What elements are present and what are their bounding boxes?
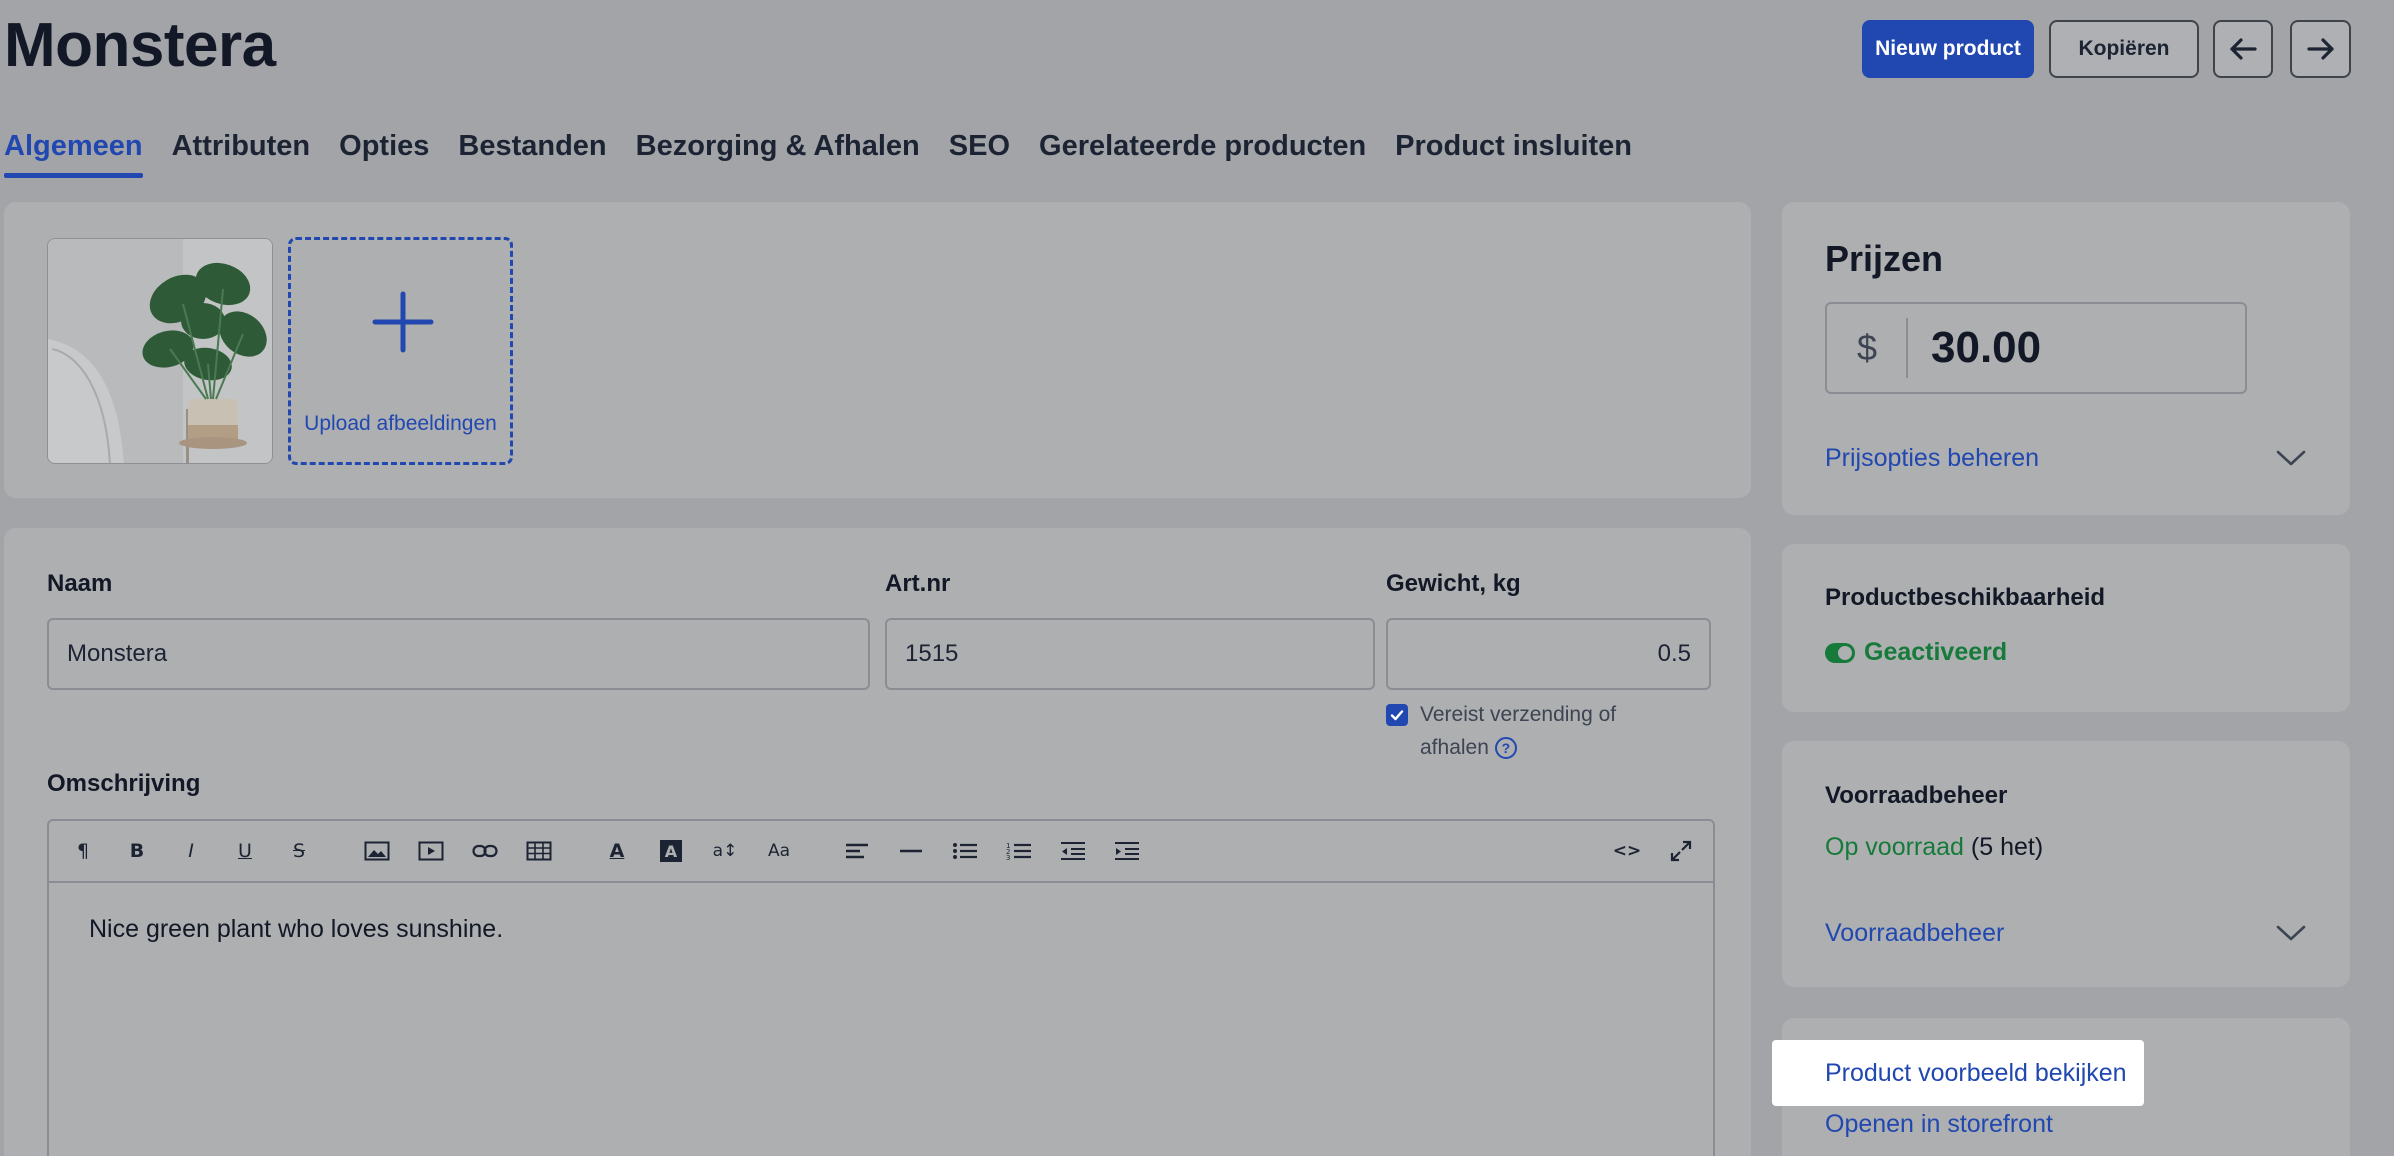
- images-card: Upload afbeeldingen: [4, 202, 1751, 498]
- manage-stock-label: Voorraadbeheer: [1825, 918, 2005, 947]
- tab-general[interactable]: Algemeen: [4, 126, 143, 178]
- checkmark-icon: [1390, 710, 1404, 721]
- help-icon[interactable]: ?: [1494, 737, 1517, 760]
- availability-status: Geactiveerd: [1864, 638, 2008, 666]
- insert-image-icon[interactable]: [359, 833, 395, 869]
- bullet-list-icon[interactable]: [947, 833, 983, 869]
- availability-card: Productbeschikbaarheid Geactiveerd: [1782, 544, 2350, 712]
- description-label: Omschrijving: [47, 770, 201, 797]
- arrow-left-icon: [2230, 38, 2257, 60]
- tab-shipping-pickup[interactable]: Bezorging & Afhalen: [636, 126, 920, 178]
- align-left-icon[interactable]: [839, 833, 875, 869]
- strikethrough-icon[interactable]: S: [281, 833, 317, 869]
- tab-attributes[interactable]: Attributen: [172, 126, 311, 178]
- insert-video-icon[interactable]: [413, 833, 449, 869]
- weight-input[interactable]: 0.5: [1386, 618, 1711, 690]
- availability-toggle[interactable]: Geactiveerd: [1825, 638, 2007, 667]
- product-links-card: Product voorbeeld bekijken Openen in sto…: [1772, 1018, 2350, 1156]
- weight-label: Gewicht, kg: [1386, 570, 1521, 597]
- bold-icon[interactable]: B: [119, 833, 155, 869]
- name-input[interactable]: Monstera: [47, 618, 870, 690]
- shipping-required-checkbox[interactable]: [1386, 704, 1408, 726]
- previous-product-button[interactable]: [2213, 20, 2273, 78]
- upload-images-label: Upload afbeeldingen: [304, 412, 497, 435]
- manage-price-options-link[interactable]: Prijsopties beheren: [1825, 440, 2307, 476]
- sku-label: Art.nr: [885, 570, 951, 597]
- indent-icon[interactable]: [1109, 833, 1145, 869]
- tab-options[interactable]: Opties: [339, 126, 429, 178]
- background-color-icon[interactable]: A: [653, 833, 689, 869]
- font-family-icon[interactable]: Aa: [761, 833, 797, 869]
- product-details-card: Naam Monstera Art.nr 1515 Gewicht, kg 0.…: [4, 528, 1751, 1156]
- plus-icon: [372, 291, 434, 353]
- stock-title: Voorraadbeheer: [1825, 782, 2008, 809]
- monstera-photo: [48, 239, 272, 463]
- currency-symbol: $: [1856, 327, 1878, 368]
- paragraph-icon[interactable]: ¶: [65, 833, 101, 869]
- manage-stock-link[interactable]: Voorraadbeheer: [1825, 915, 2307, 951]
- arrow-right-icon: [2306, 38, 2334, 60]
- stock-status-line: Op voorraad (5 het): [1825, 833, 2043, 862]
- shipping-required-label: Vereist verzending of afhalen?: [1420, 703, 1617, 760]
- price-divider: [1906, 318, 1908, 378]
- stock-count: (5 het): [1970, 833, 2044, 861]
- toggle-on-icon: [1825, 642, 1855, 663]
- underline-icon[interactable]: U: [227, 833, 263, 869]
- stock-card: Voorraadbeheer Op voorraad (5 het) Voorr…: [1782, 741, 2350, 987]
- next-product-button[interactable]: [2290, 20, 2351, 78]
- prices-card: Prijzen $ 30.00 Prijsopties beheren: [1782, 202, 2350, 515]
- weight-value: 0.5: [1657, 640, 1691, 667]
- price-input[interactable]: $ 30.00: [1825, 302, 2247, 394]
- tab-seo[interactable]: SEO: [949, 126, 1010, 178]
- stock-status: Op voorraad: [1825, 833, 1964, 861]
- name-label: Naam: [47, 570, 113, 597]
- copy-button[interactable]: Kopiëren: [2049, 20, 2199, 78]
- horizontal-rule-icon[interactable]: [893, 833, 929, 869]
- upload-images-button[interactable]: Upload afbeeldingen: [288, 237, 513, 465]
- text-color-icon[interactable]: A: [599, 833, 635, 869]
- font-size-icon[interactable]: a↕: [707, 833, 743, 869]
- insert-link-icon[interactable]: [467, 833, 503, 869]
- page-title: Monstera: [4, 11, 276, 80]
- sku-value: 1515: [905, 640, 959, 667]
- chevron-down-icon: [2276, 925, 2306, 941]
- name-value: Monstera: [67, 640, 168, 667]
- insert-table-icon[interactable]: [521, 833, 557, 869]
- tab-related-products[interactable]: Gerelateerde producten: [1039, 126, 1366, 178]
- fullscreen-icon[interactable]: [1663, 833, 1699, 869]
- sku-input[interactable]: 1515: [885, 618, 1375, 690]
- italic-icon[interactable]: I: [173, 833, 209, 869]
- editor-toolbar: ¶ B I U S A A a↕ Aa 1 2 3 <>: [49, 821, 1713, 883]
- chevron-down-icon: [2276, 450, 2306, 466]
- description-editor[interactable]: ¶ B I U S A A a↕ Aa 1 2 3 <> Nice green …: [47, 819, 1715, 1156]
- manage-price-options-label: Prijsopties beheren: [1825, 443, 2040, 472]
- prices-title: Prijzen: [1825, 238, 1944, 279]
- availability-title: Productbeschikbaarheid: [1825, 584, 2106, 611]
- code-view-icon[interactable]: <>: [1609, 833, 1645, 869]
- description-text: Nice green plant who loves sunshine.: [89, 915, 504, 943]
- svg-text:3: 3: [1006, 854, 1010, 861]
- numbered-list-icon[interactable]: 123: [1001, 833, 1037, 869]
- outdent-icon[interactable]: [1055, 833, 1091, 869]
- product-image-thumbnail[interactable]: [47, 238, 273, 464]
- new-product-button[interactable]: Nieuw product: [1862, 20, 2034, 78]
- open-storefront-link[interactable]: Openen in storefront: [1825, 1110, 2053, 1139]
- tab-files[interactable]: Bestanden: [458, 126, 606, 178]
- tab-embed-product[interactable]: Product insluiten: [1395, 126, 1632, 178]
- tab-bar: Algemeen Attributen Opties Bestanden Bez…: [4, 126, 1632, 178]
- product-preview-link[interactable]: Product voorbeeld bekijken: [1772, 1040, 2144, 1106]
- price-value: 30.00: [1931, 323, 2042, 372]
